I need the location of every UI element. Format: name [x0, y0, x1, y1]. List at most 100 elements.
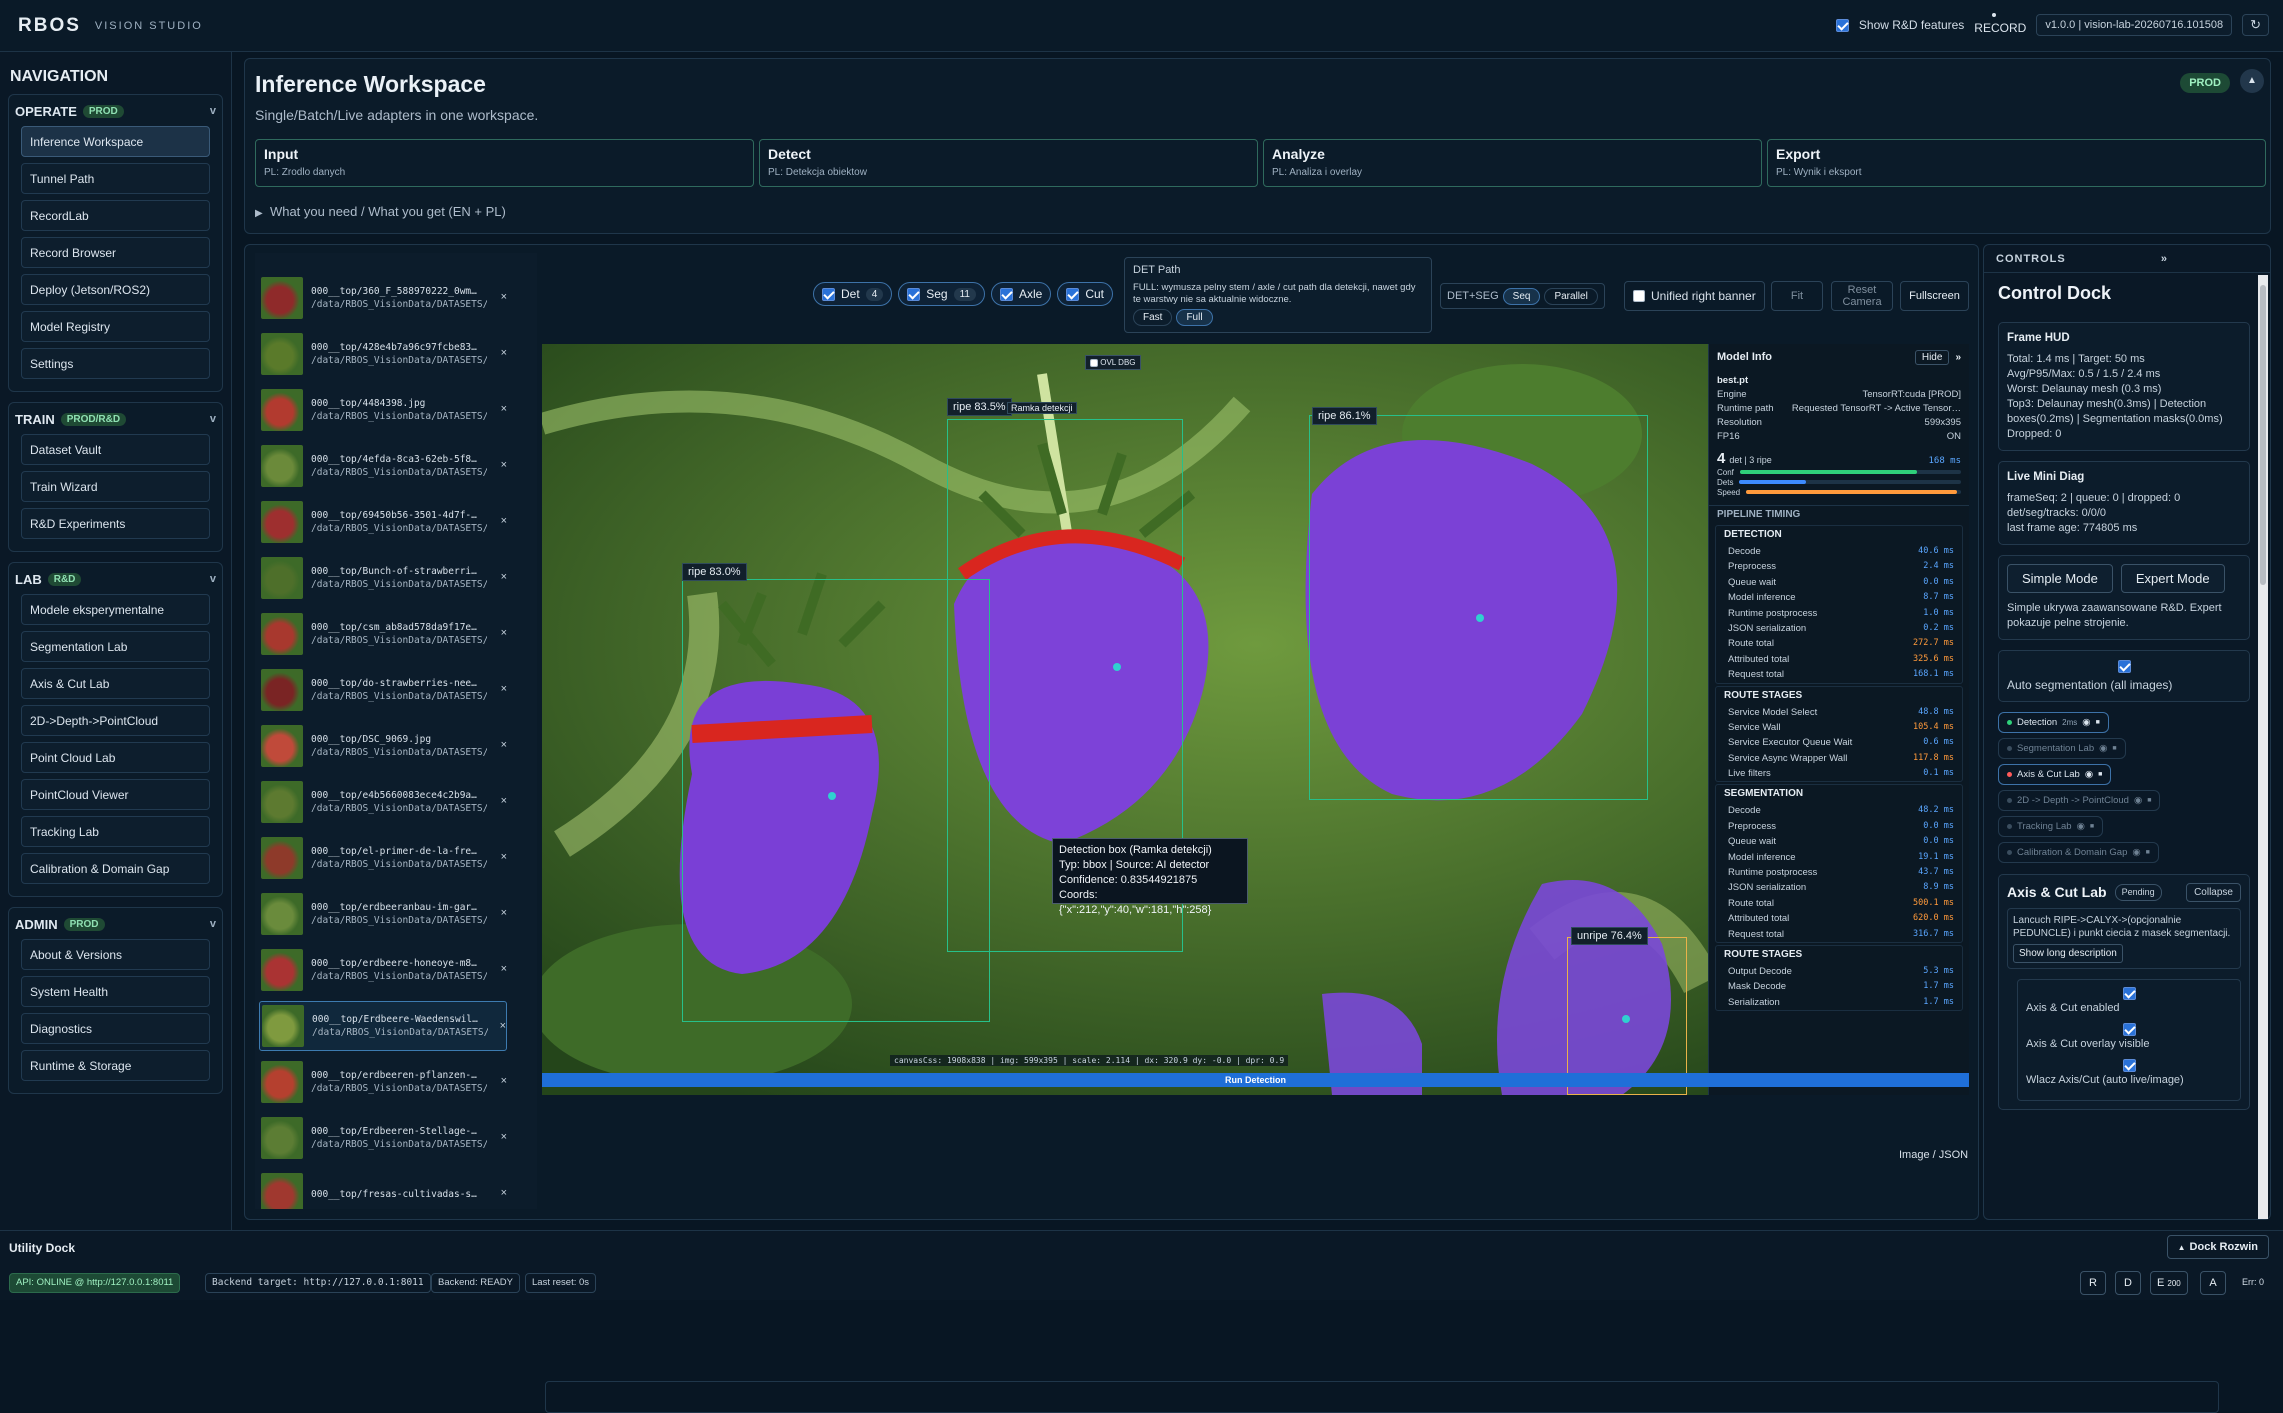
remove-file-icon[interactable]: ×	[500, 1020, 506, 1032]
sidebar-item[interactable]: About & Versions	[21, 939, 210, 970]
unified-banner-toggle[interactable]: Unified right banner	[1624, 281, 1765, 311]
file-list-item[interactable]: 000__top/do-strawberries-nee…/data/RBOS_…	[259, 665, 507, 715]
pipeline-timing-header[interactable]: PIPELINE TIMING	[1709, 505, 1969, 523]
hide-button[interactable]: Hide	[1914, 349, 1950, 365]
file-list-item[interactable]: 000__top/360_F_588970222_0wm…/data/RBOS_…	[259, 273, 507, 323]
refresh-icon[interactable]: ↻	[2242, 14, 2269, 36]
sidebar-item[interactable]: Tunnel Path	[21, 163, 210, 194]
key-e-button[interactable]: E 200	[2150, 1271, 2188, 1295]
sidebar-item[interactable]: RecordLab	[21, 200, 210, 231]
expand-icon[interactable]: »	[1955, 352, 1961, 363]
remove-file-icon[interactable]: ×	[501, 347, 507, 359]
module-chip[interactable]: Segmentation Lab ◉ ■	[1998, 738, 2126, 759]
sidebar-item[interactable]: Settings	[21, 348, 210, 379]
file-list-item[interactable]: 000__top/428e4b7a96c97fcbe83…/data/RBOS_…	[259, 329, 507, 379]
remove-file-icon[interactable]: ×	[501, 571, 507, 583]
toggle-icon[interactable]: ◉	[2132, 847, 2140, 858]
remove-file-icon[interactable]: ×	[501, 403, 507, 415]
sidebar-item[interactable]: Tracking Lab	[21, 816, 210, 847]
remove-file-icon[interactable]: ×	[501, 907, 507, 919]
key-r-button[interactable]: R	[2080, 1271, 2106, 1295]
parallel-button[interactable]: Parallel	[1544, 287, 1598, 305]
toggle-det[interactable]: Det 4	[813, 282, 893, 306]
nav-group-header[interactable]: OPERATE PROD v	[15, 99, 216, 123]
ovl-dbg-toggle[interactable]: OVL DBG	[1085, 355, 1141, 370]
unified-checkbox[interactable]	[1633, 290, 1645, 302]
file-list-item[interactable]: 000__top/69450b56-3501-4d7f-…/data/RBOS_…	[259, 497, 507, 547]
sidebar-item[interactable]: Runtime & Storage	[21, 1050, 210, 1081]
file-list-item[interactable]: 000__top/csm_ab8ad578da9f17e…/data/RBOS_…	[259, 609, 507, 659]
imgjson-label[interactable]: Image / JSON	[1899, 1149, 1968, 1161]
fit-button[interactable]: Fit	[1771, 281, 1823, 311]
remove-file-icon[interactable]: ×	[501, 795, 507, 807]
file-list-item[interactable]: 000__top/erdbeeren-pflanzen-…/data/RBOS_…	[259, 1057, 507, 1107]
file-list-item[interactable]: 000__top/Erdbeere-Waedenswil…/data/RBOS_…	[259, 1001, 507, 1051]
key-d-button[interactable]: D	[2115, 1271, 2141, 1295]
toggle-seg[interactable]: Seg 11	[898, 282, 985, 306]
sidebar-item[interactable]: Calibration & Domain Gap	[21, 853, 210, 884]
file-list-item[interactable]: 000__top/e4b5660083ece4c2b9a…/data/RBOS_…	[259, 777, 507, 827]
sidebar-item[interactable]: Segmentation Lab	[21, 631, 210, 662]
module-chip[interactable]: Tracking Lab ◉ ■	[1998, 816, 2104, 837]
remove-file-icon[interactable]: ×	[501, 683, 507, 695]
show-rd-checkbox[interactable]	[1835, 18, 1849, 32]
key-a-button[interactable]: A	[2200, 1271, 2226, 1295]
remove-file-icon[interactable]: ×	[501, 291, 507, 303]
sidebar-item[interactable]: Point Cloud Lab	[21, 742, 210, 773]
file-list-item[interactable]: 000__top/Bunch-of-strawberri…/data/RBOS_…	[259, 553, 507, 603]
toggle-cut[interactable]: Cut	[1057, 282, 1114, 306]
sidebar-item[interactable]: Axis & Cut Lab	[21, 668, 210, 699]
square-icon[interactable]: ■	[2146, 849, 2150, 856]
detection-box[interactable]	[682, 579, 990, 1022]
file-list-item[interactable]: 000__top/erdbeere-honeoye-m8…/data/RBOS_…	[259, 945, 507, 995]
remove-file-icon[interactable]: ×	[501, 627, 507, 639]
collapse-up-icon[interactable]: ▲	[2240, 69, 2264, 93]
sidebar-item[interactable]: Train Wizard	[21, 471, 210, 502]
workflow-step[interactable]: Export PL: Wynik i eksport	[1767, 139, 2266, 187]
nav-group-header[interactable]: TRAIN PROD/R&D v	[15, 407, 216, 431]
toggle-axle[interactable]: Axle	[991, 282, 1052, 306]
toggle-icon[interactable]: ◉	[2082, 717, 2090, 728]
run-detection-button[interactable]: Run Detection	[542, 1073, 1969, 1087]
full-button[interactable]: Full	[1176, 309, 1213, 326]
axis-option-checkbox[interactable]	[2122, 986, 2136, 1000]
reset-camera-button[interactable]: Reset Camera	[1831, 281, 1893, 311]
square-icon[interactable]: ■	[2090, 823, 2094, 830]
sidebar-item[interactable]: Deploy (Jetson/ROS2)	[21, 274, 210, 305]
remove-file-icon[interactable]: ×	[501, 459, 507, 471]
collapse-button[interactable]: Collapse	[2186, 883, 2241, 902]
sidebar-item[interactable]: PointCloud Viewer	[21, 779, 210, 810]
file-list-item[interactable]: 000__top/el-primer-de-la-fre…/data/RBOS_…	[259, 833, 507, 883]
square-icon[interactable]: ■	[2112, 745, 2116, 752]
sidebar-item[interactable]: R&D Experiments	[21, 508, 210, 539]
toggle-icon[interactable]: ◉	[2077, 821, 2085, 832]
fast-button[interactable]: Fast	[1133, 309, 1173, 326]
square-icon[interactable]: ■	[2098, 771, 2102, 778]
collapse-icon[interactable]: »	[2161, 253, 2168, 265]
file-list-item[interactable]: 000__top/4484398.jpg/data/RBOS_VisionDat…	[259, 385, 507, 435]
dock-expand-button[interactable]: ▲ Dock Rozwin	[2166, 1235, 2269, 1259]
axis-option-checkbox[interactable]	[2122, 1058, 2136, 1072]
remove-file-icon[interactable]: ×	[501, 1131, 507, 1143]
sidebar-item[interactable]: Inference Workspace	[21, 126, 210, 157]
file-list-item[interactable]: 000__top/4efda-8ca3-62eb-5f8…/data/RBOS_…	[259, 441, 507, 491]
sidebar-item[interactable]: Diagnostics	[21, 1013, 210, 1044]
module-chip[interactable]: Calibration & Domain Gap ◉ ■	[1998, 842, 2159, 863]
seq-button[interactable]: Seq	[1502, 287, 1541, 305]
remove-file-icon[interactable]: ×	[501, 515, 507, 527]
workflow-step[interactable]: Detect PL: Detekcja obiektow	[759, 139, 1258, 187]
square-icon[interactable]: ■	[2096, 719, 2100, 726]
toggle-icon[interactable]: ◉	[2085, 769, 2093, 780]
toggle-icon[interactable]: ◉	[2099, 743, 2107, 754]
simple-mode-button[interactable]: Simple Mode	[2007, 564, 2113, 593]
nav-group-header[interactable]: ADMIN PROD v	[15, 912, 216, 936]
remove-file-icon[interactable]: ×	[501, 739, 507, 751]
axis-option-checkbox[interactable]	[2122, 1022, 2136, 1036]
file-list-item[interactable]: 000__top/DSC_9069.jpg/data/RBOS_VisionDa…	[259, 721, 507, 771]
file-list-item[interactable]: 000__top/fresas-cultivadas-s… ×	[259, 1169, 507, 1209]
workflow-step[interactable]: Input PL: Zrodlo danych	[255, 139, 754, 187]
sidebar-item[interactable]: Dataset Vault	[21, 434, 210, 465]
image-canvas[interactable]: OVL DBG ripe 83.5% Ramka detekcji ripe 8…	[542, 344, 1969, 1095]
module-chip[interactable]: Detection 2ms ◉ ■	[1998, 712, 2109, 733]
remove-file-icon[interactable]: ×	[501, 1075, 507, 1087]
